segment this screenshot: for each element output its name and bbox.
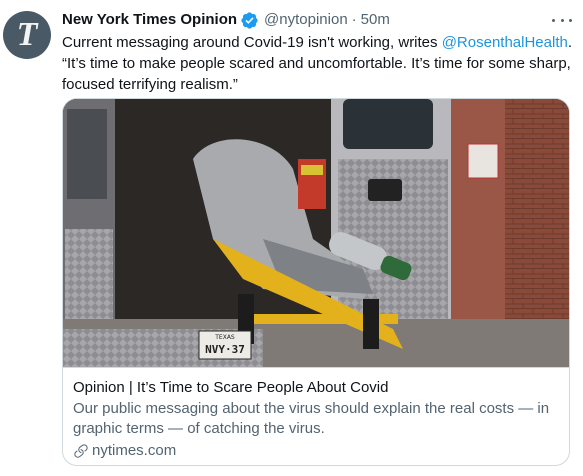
tweet-header: New York Times Opinion @nytopinion · 50m (62, 8, 583, 32)
card-domain: nytimes.com (73, 441, 559, 461)
tweet: T New York Times Opinion @nytopinion · 5… (0, 0, 583, 476)
card-body[interactable]: Opinion | It’s Time to Scare People Abou… (63, 367, 569, 465)
tweet-text-lead: Current messaging around Covid-19 isn't … (62, 34, 442, 51)
card-image[interactable]: TEXAS NVY·37 (63, 99, 569, 367)
card-title[interactable]: Opinion | It’s Time to Scare People Abou… (73, 378, 559, 398)
card-description: Our public messaging about the virus sho… (73, 400, 550, 437)
tweet-text: Current messaging around Covid-19 isn't … (62, 32, 577, 95)
timestamp[interactable]: 50m (361, 10, 390, 30)
plate-number-text: NVY·37 (205, 343, 245, 356)
tweet-text-period: . (567, 34, 573, 51)
avatar-logo: T (16, 16, 38, 53)
more-horizontal-icon[interactable] (552, 12, 572, 28)
verified-badge-icon (240, 11, 259, 30)
link-card[interactable]: TEXAS NVY·37 Opinion | It’s Time to Scar… (62, 98, 570, 466)
link-icon (73, 443, 89, 459)
tweet-quote: “It’s time to make people scared and unc… (62, 55, 571, 93)
plate-state-text: TEXAS (214, 334, 235, 341)
display-name[interactable]: New York Times Opinion (62, 10, 237, 30)
separator-dot: · (351, 11, 357, 28)
user-handle[interactable]: @nytopinion (264, 10, 348, 30)
avatar[interactable]: T (3, 11, 51, 59)
card-domain-text[interactable]: nytimes.com (92, 441, 176, 461)
mention-link[interactable]: @RosenthalHealth (442, 34, 568, 51)
